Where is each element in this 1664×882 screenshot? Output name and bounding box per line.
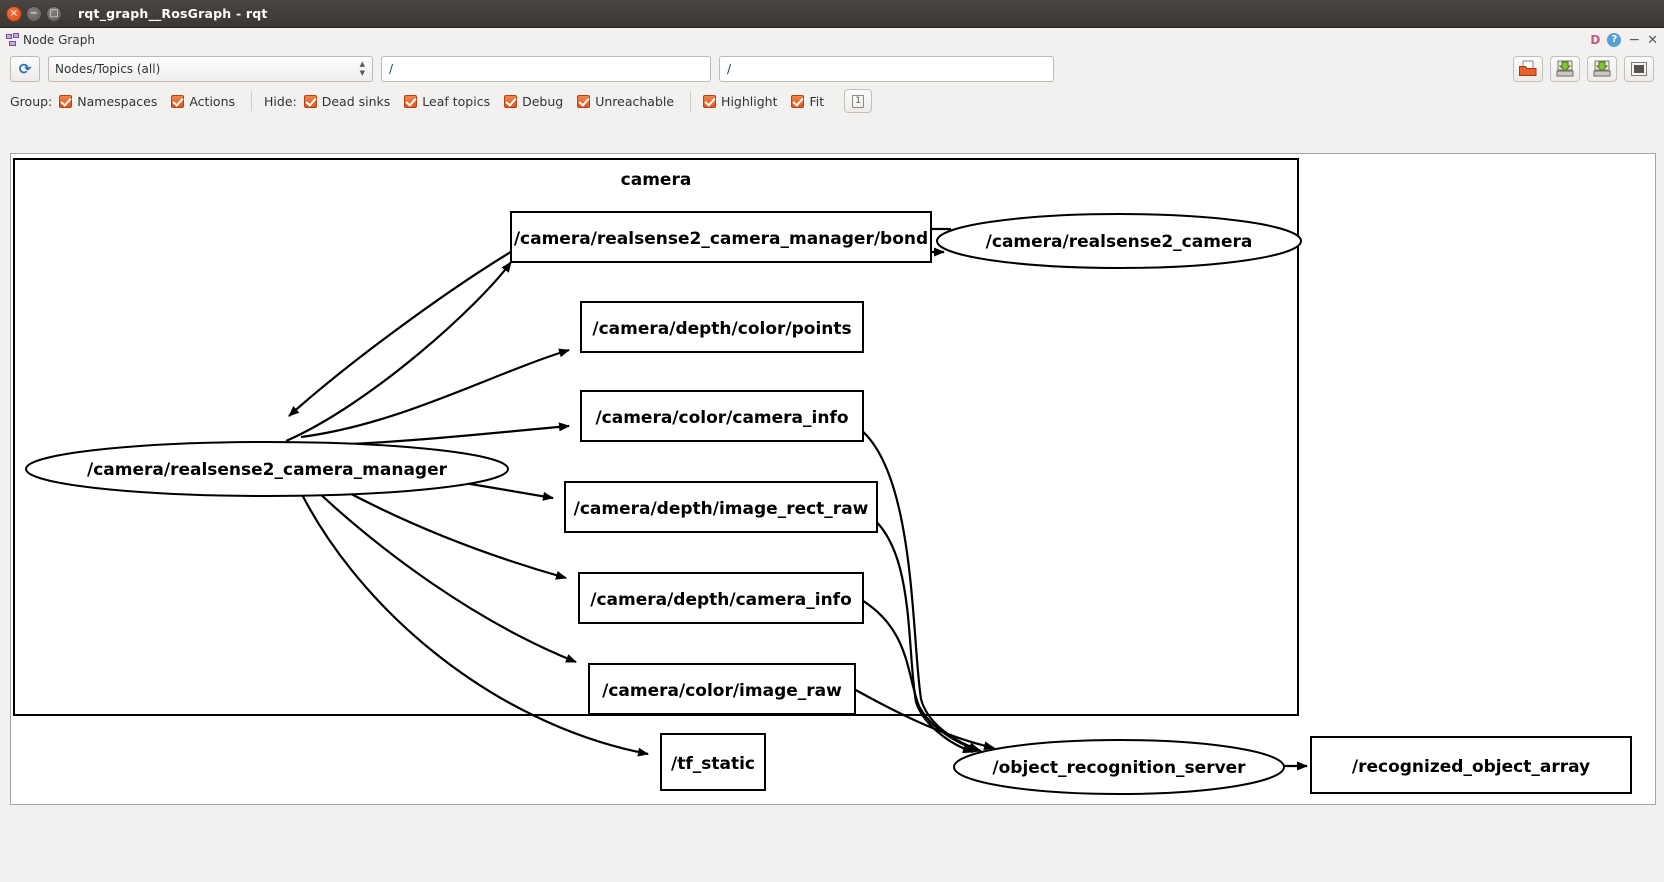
spinner-arrows-icon: ▲ ▼ [359, 60, 365, 77]
window-title: rqt_graph__RosGraph - rqt [78, 6, 268, 21]
graph-canvas[interactable]: camera /camera/realsense2_camera_manager… [10, 153, 1656, 805]
separator [690, 91, 692, 111]
checkbox-highlight[interactable]: Highlight [703, 94, 777, 109]
checkbox-leaf-topics[interactable]: Leaf topics [404, 94, 490, 109]
image-icon [1631, 62, 1647, 76]
checkbox-checked-icon [791, 94, 805, 108]
edge-bond-to-mgr [288, 249, 515, 417]
checkbox-checked-icon [303, 94, 317, 108]
save-as-svg-button[interactable] [1587, 56, 1617, 82]
checkbox-debug[interactable]: Debug [504, 94, 563, 109]
graph-node-depth-camera-info[interactable]: /camera/depth/camera_info [578, 572, 864, 624]
graph-node-object-recognition-server[interactable]: /object_recognition_server [953, 739, 1285, 795]
graph-node-label: /camera/depth/image_rect_raw [574, 499, 869, 519]
checkbox-actions[interactable]: Actions [171, 94, 235, 109]
filter-mode-select[interactable]: Nodes/Topics (all) ▲ ▼ [48, 56, 373, 82]
folder-open-icon [1519, 60, 1537, 76]
checkbox-debug-label: Debug [522, 93, 564, 109]
checkbox-highlight-label: Highlight [721, 93, 778, 109]
graph-node-label: /camera/color/camera_info [595, 408, 848, 428]
minimize-icon: − [29, 8, 39, 19]
checkbox-actions-label: Actions [189, 93, 236, 109]
edge-mgr-to-points [300, 348, 570, 439]
hide-label: Hide: [264, 93, 297, 109]
plugin-close-icon[interactable]: ✕ [1647, 34, 1658, 47]
node-filter-input[interactable]: / [719, 56, 1054, 82]
graph-node-label: /object_recognition_server [992, 758, 1246, 778]
plugin-header-controls: D ? − ✕ [1590, 28, 1658, 52]
close-icon: × [9, 8, 19, 19]
graph-node-depth-color-points[interactable]: /camera/depth/color/points [580, 301, 864, 353]
edge-depth-camera-info-to-objrec [850, 593, 982, 753]
save-as-image-button[interactable] [1624, 56, 1654, 82]
ros-node-graph: camera /camera/realsense2_camera_manager… [13, 158, 1632, 795]
graph-node-recognized-object-array[interactable]: /recognized_object_array [1310, 736, 1632, 794]
plugin-header: Node Graph D ? − ✕ [0, 28, 1664, 52]
dock-icon[interactable]: D [1590, 34, 1600, 46]
graph-node-label: /camera/realsense2_camera_manager [87, 460, 448, 480]
load-dot-button[interactable] [1513, 56, 1543, 82]
namespace-label: camera [621, 170, 692, 190]
graph-node-label: /recognized_object_array [1352, 757, 1590, 777]
separator [251, 91, 253, 111]
window-minimize-button[interactable]: − [26, 5, 42, 22]
checkbox-checked-icon [703, 94, 717, 108]
save-svg-icon [1593, 60, 1611, 77]
window-maximize-button[interactable]: □ [46, 5, 62, 22]
graph-node-label: /camera/depth/color/points [592, 319, 851, 339]
save-dot-button[interactable] [1550, 56, 1580, 82]
plugin-minimize-icon[interactable]: − [1628, 33, 1640, 47]
maximize-icon: □ [49, 8, 59, 19]
filter-mode-value: Nodes/Topics (all) [55, 62, 161, 76]
topic-filter-value: / [389, 62, 394, 76]
graph-node-bond[interactable]: /camera/realsense2_camera_manager/bond [510, 211, 932, 263]
graph-node-color-image-raw[interactable]: /camera/color/image_raw [588, 663, 856, 715]
graph-node-tf-static[interactable]: /tf_static [660, 733, 766, 791]
refresh-button[interactable]: ⟳ [10, 56, 40, 82]
toolbar-action-buttons [1513, 56, 1654, 82]
graph-node-realsense2-camera-manager[interactable]: /camera/realsense2_camera_manager [25, 441, 509, 497]
refresh-icon: ⟳ [18, 60, 32, 78]
graph-toolbar: ⟳ Nodes/Topics (all) ▲ ▼ / / [0, 52, 1664, 86]
plugin-title: Node Graph [23, 33, 95, 47]
topic-filter-input[interactable]: / [381, 56, 711, 82]
checkbox-leaf-topics-label: Leaf topics [422, 93, 491, 109]
checkbox-dead-sinks[interactable]: Dead sinks [303, 93, 391, 109]
checkbox-fit-label: Fit [809, 93, 825, 109]
zoom-level-value: 1 [852, 94, 864, 108]
window-titlebar: × − □ rqt_graph__RosGraph - rqt [0, 0, 1664, 28]
graph-options-bar: Group: Namespaces Actions Hide: Dead sin… [0, 86, 1664, 116]
group-label: Group: [10, 93, 53, 109]
graph-node-color-camera-info[interactable]: /camera/color/camera_info [580, 390, 864, 442]
graph-node-label: /camera/depth/camera_info [590, 590, 852, 610]
checkbox-checked-icon [404, 94, 418, 108]
window-close-button[interactable]: × [6, 5, 22, 22]
graph-node-label: /camera/color/image_raw [602, 681, 842, 701]
checkbox-checked-icon [577, 94, 591, 108]
edge-color-camera-info-to-objrec [848, 421, 980, 752]
checkbox-checked-icon [171, 94, 185, 108]
graph-node-realsense2-camera[interactable]: /camera/realsense2_camera [936, 213, 1302, 269]
checkbox-namespaces-label: Namespaces [77, 93, 158, 109]
checkbox-unreachable[interactable]: Unreachable [577, 94, 674, 109]
graph-node-depth-image-rect-raw[interactable]: /camera/depth/image_rect_raw [564, 481, 878, 533]
graph-node-label: /tf_static [671, 754, 755, 774]
help-icon[interactable]: ? [1607, 33, 1622, 47]
checkbox-unreachable-label: Unreachable [595, 93, 675, 109]
save-dot-icon [1556, 60, 1574, 77]
checkbox-checked-icon [59, 94, 73, 108]
graph-node-label: /camera/realsense2_camera [986, 232, 1253, 252]
graph-node-label: /camera/realsense2_camera_manager/bond [514, 229, 928, 249]
node-graph-icon [6, 33, 20, 47]
status-area [0, 806, 1664, 882]
node-filter-value: / [727, 62, 732, 76]
zoom-level-button[interactable]: 1 [844, 89, 873, 113]
checkbox-dead-sinks-label: Dead sinks [321, 93, 391, 109]
checkbox-namespaces[interactable]: Namespaces [59, 94, 157, 109]
checkbox-fit[interactable]: Fit [791, 94, 824, 109]
checkbox-checked-icon [504, 94, 518, 108]
